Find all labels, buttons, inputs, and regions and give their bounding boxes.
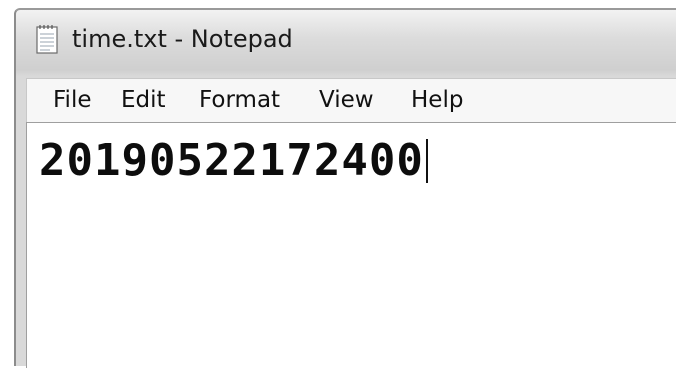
text-editor-area[interactable]: 20190522172400: [26, 122, 676, 368]
menu-edit[interactable]: Edit: [119, 85, 168, 115]
notepad-icon[interactable]: [36, 24, 58, 54]
menu-format[interactable]: Format: [197, 85, 282, 115]
editor-text-line: 20190522172400: [39, 133, 428, 189]
menu-bar: File Edit Format View Help: [26, 78, 676, 122]
title-bar[interactable]: time.txt - Notepad: [16, 10, 676, 72]
menu-file[interactable]: File: [51, 85, 94, 115]
menu-help[interactable]: Help: [409, 85, 465, 115]
text-caret: [425, 139, 428, 183]
editor-content: 20190522172400: [39, 135, 424, 186]
menu-view[interactable]: View: [317, 85, 376, 115]
window-title: time.txt - Notepad: [72, 25, 293, 53]
notepad-window: time.txt - Notepad File Edit Format View…: [14, 8, 676, 368]
